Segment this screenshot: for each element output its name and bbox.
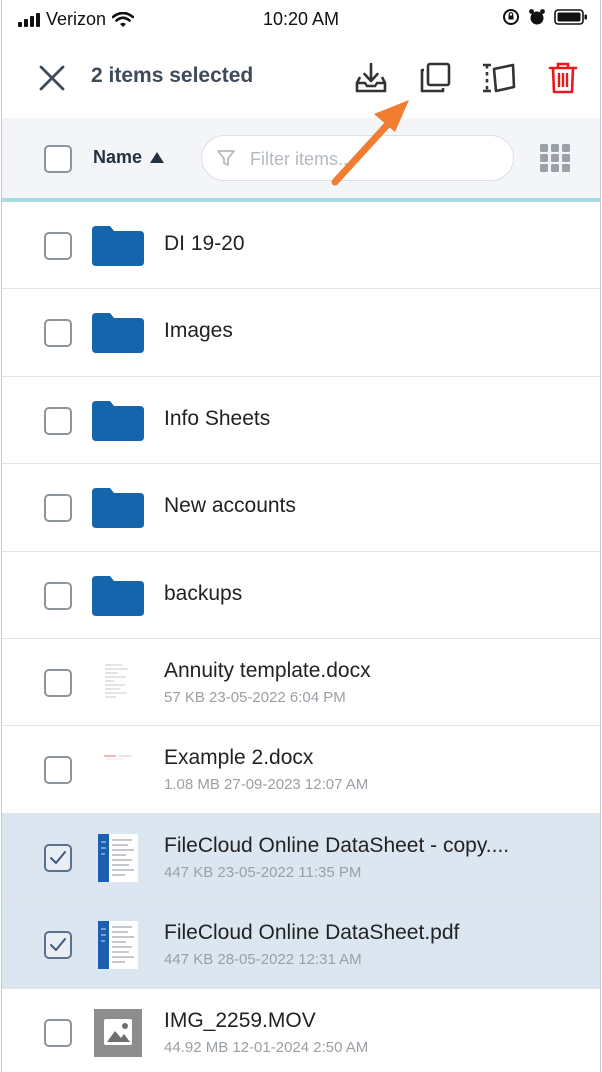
list-item[interactable]: DI 19-20 [2, 202, 600, 290]
close-selection-button[interactable] [34, 60, 70, 96]
folder-icon [92, 488, 144, 529]
item-checkbox[interactable] [44, 406, 72, 435]
pdf-thumbnail-icon [98, 921, 138, 970]
item-meta: 447 KB 23-05-2022 11:35 PM [164, 863, 362, 881]
item-checkbox[interactable] [44, 843, 72, 872]
folder-icon [92, 575, 144, 616]
list-item[interactable]: New accounts [2, 464, 600, 552]
item-checkbox[interactable] [44, 581, 72, 610]
document-thumbnail-icon [104, 755, 132, 760]
item-name: backups [164, 581, 243, 605]
copy-button[interactable] [413, 56, 457, 100]
checkmark-icon [50, 850, 66, 864]
status-bar: Verizon 10:20 AM [2, 0, 600, 40]
sort-by-name-button[interactable]: Name [93, 147, 165, 168]
item-name: Info Sheets [164, 406, 271, 430]
item-meta: 57 KB 23-05-2022 6:04 PM [164, 688, 346, 706]
download-icon [355, 62, 387, 93]
delete-button[interactable] [541, 56, 585, 100]
item-checkbox[interactable] [44, 319, 72, 348]
checkmark-icon [50, 938, 66, 952]
list-item[interactable]: backups [2, 551, 600, 639]
alarm-icon [529, 9, 545, 25]
orientation-lock-icon [503, 9, 519, 25]
item-checkbox[interactable] [44, 232, 72, 260]
item-meta: 1.08 MB 27-09-2023 12:07 AM [164, 776, 369, 794]
folder-icon [92, 226, 144, 266]
selection-count-label: 2 items selected [91, 64, 254, 87]
item-meta: 44.92 MB 12-01-2024 2:50 AM [164, 1038, 369, 1056]
list-item[interactable]: Example 2.docx 1.08 MB 27-09-2023 12:07 … [2, 726, 600, 814]
trash-icon [548, 62, 578, 94]
item-checkbox[interactable] [44, 931, 72, 960]
item-checkbox[interactable] [44, 668, 72, 697]
item-name: Annuity template.docx [164, 658, 371, 682]
list-item[interactable]: FileCloud Online DataSheet.pdf 447 KB 28… [2, 901, 600, 989]
download-button[interactable] [349, 56, 393, 100]
grid-view-icon[interactable] [539, 142, 571, 174]
item-name: New accounts [164, 494, 296, 518]
item-meta: 447 KB 28-05-2022 12:31 AM [164, 951, 362, 969]
item-name: Example 2.docx [164, 746, 314, 770]
list-item[interactable]: Images [2, 289, 600, 377]
battery-icon [554, 9, 587, 25]
folder-icon [92, 313, 144, 354]
sort-ascending-icon [150, 152, 165, 163]
move-button[interactable] [477, 56, 521, 100]
copy-icon [420, 62, 451, 93]
select-all-checkbox[interactable] [44, 145, 72, 173]
status-right [502, 8, 588, 26]
document-thumbnail-icon [102, 660, 132, 705]
list-item[interactable]: Info Sheets [2, 376, 600, 465]
folder-icon [92, 400, 144, 441]
sort-label: Name [93, 147, 143, 167]
item-name: Images [164, 319, 233, 343]
filter-box [201, 135, 514, 182]
list-item[interactable]: IMG_2259.MOV 44.92 MB 12-01-2024 2:50 AM [2, 988, 600, 1072]
list-item[interactable]: FileCloud Online DataSheet - copy.... 44… [2, 813, 600, 902]
phone-screen: Verizon 10:20 AM 2 items selected Name F… [1, 0, 601, 1072]
selection-action-bar: 2 items selected [2, 40, 600, 119]
item-name: FileCloud Online DataSheet - copy.... [164, 833, 510, 857]
filter-input[interactable] [248, 136, 502, 182]
item-checkbox[interactable] [44, 1018, 72, 1047]
video-thumbnail-icon [94, 1008, 142, 1057]
list-toolbar: Name [2, 118, 600, 198]
item-checkbox[interactable] [44, 756, 72, 785]
move-icon [483, 63, 516, 93]
item-checkbox[interactable] [44, 494, 72, 523]
pdf-thumbnail-icon [98, 833, 138, 882]
item-name: FileCloud Online DataSheet.pdf [164, 921, 460, 945]
file-list: DI 19-20 Images Info Sheets New accounts [2, 202, 600, 1072]
item-name: IMG_2259.MOV [164, 1008, 316, 1032]
close-icon [39, 65, 65, 91]
list-item[interactable]: Annuity template.docx 57 KB 23-05-2022 6… [2, 638, 600, 727]
item-name: DI 19-20 [164, 232, 245, 255]
filter-icon [217, 150, 235, 166]
